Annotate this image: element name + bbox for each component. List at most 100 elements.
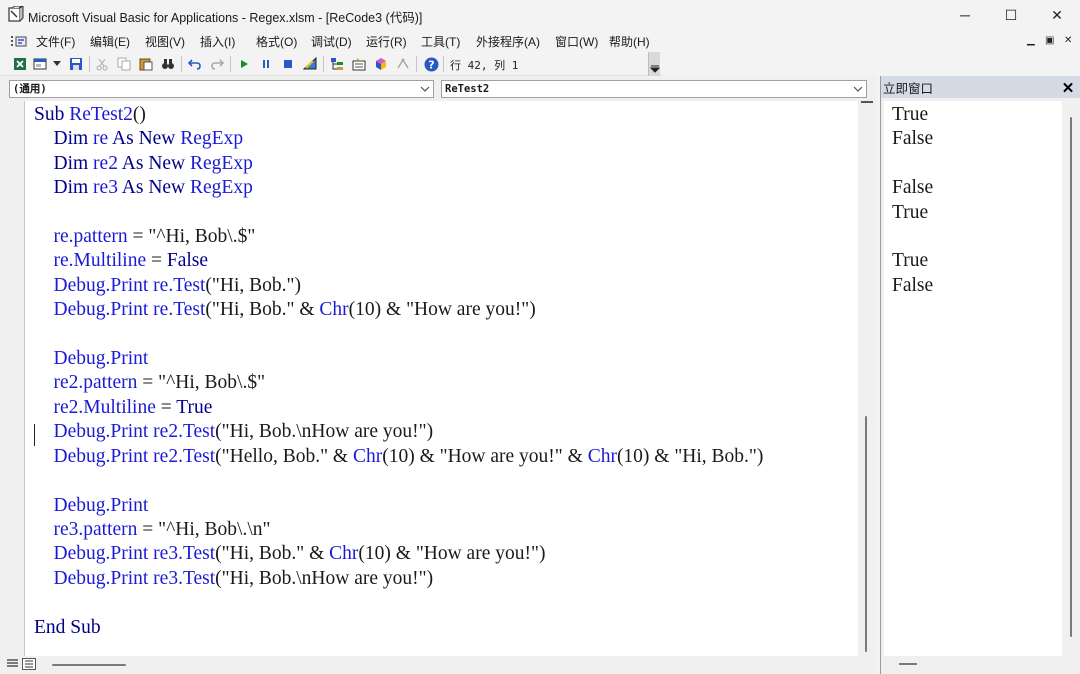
code-line: Debug.Print re2.Test("Hi, Bob.\nHow are … [34,420,763,444]
code-punctuation [34,568,54,589]
menu-insert[interactable]: 插入(I) [200,33,235,50]
help-button[interactable]: ? [422,55,440,73]
mdi-close-icon[interactable]: ✕ [1064,35,1072,46]
object-combo[interactable]: (通用) [9,80,434,98]
code-keyword: End [34,616,66,638]
code-punctuation [34,128,54,149]
maximize-button[interactable]: ☐ [988,0,1034,30]
margin-indicator-bar[interactable] [0,101,24,656]
insert-form-icon [33,58,47,70]
scroll-thumb[interactable] [1070,117,1072,637]
properties-button[interactable] [350,55,368,73]
code-punctuation [34,275,54,296]
menu-window[interactable]: 窗口(W) [555,33,598,50]
code-punctuation: & [562,445,588,467]
immediate-horizontal-scroll-thumb[interactable] [899,663,917,665]
code-line: Sub ReTest2() [34,103,763,127]
menu-run[interactable]: 运行(R) [366,33,407,50]
design-mode-button[interactable] [301,55,319,73]
run-button[interactable] [235,55,253,73]
code-punctuation: & [304,543,330,565]
code-line: End Sub [34,616,763,640]
code-editor[interactable]: Sub ReTest2() Dim re As New RegExp Dim r… [24,101,858,656]
copy-button[interactable] [115,55,133,73]
code-identifier: Debug.Print [53,274,149,296]
procedure-combo[interactable]: ReTest2 [441,80,867,98]
code-line: Dim re As New RegExp [34,127,763,151]
mdi-minimize-icon[interactable]: ▁ [1027,35,1035,46]
paste-button[interactable] [137,55,155,73]
code-string: "Hi, Bob." [674,445,757,467]
menu-bar: 文件(F) 编辑(E) 视图(V) 插入(I) 格式(O) 调试(D) 运行(R… [0,30,1080,52]
mdi-restore-icon[interactable]: ▣ [1045,35,1054,46]
save-icon [70,58,82,70]
code-string: "Hi, Bob.\nHow are you!" [221,421,427,443]
menu-view[interactable]: 视图(V) [145,33,185,50]
menu-format[interactable]: 格式(O) [256,33,297,50]
toolbox-button[interactable] [394,55,412,73]
code-keyword: Dim [53,177,89,199]
code-horizontal-scrollbar[interactable] [40,656,858,674]
code-keyword: True [176,396,213,418]
menu-edit[interactable]: 编辑(E) [90,33,130,50]
design-mode-icon [303,57,317,70]
menu-addins[interactable]: 外接程序(A) [476,33,540,50]
insert-userform-button[interactable] [31,55,49,73]
view-excel-button[interactable] [11,55,29,73]
find-button[interactable] [159,55,177,73]
menu-file[interactable]: 文件(F) [36,33,75,50]
close-window-button[interactable]: ✕ [1034,0,1080,30]
code-punctuation: = [137,518,159,540]
code-punctuation [34,250,54,271]
code-identifier: Chr [319,299,349,321]
immediate-window-header[interactable]: 立即窗口 ✕ [881,76,1080,98]
chevron-down-icon [852,81,864,97]
code-vertical-scrollbar[interactable] [858,101,876,656]
menu-debug[interactable]: 调试(D) [311,33,352,50]
break-button[interactable] [257,55,275,73]
scroll-thumb[interactable] [865,416,867,652]
code-line: Debug.Print [34,494,763,518]
procedure-view-icon[interactable] [6,658,20,670]
reset-button[interactable] [279,55,297,73]
code-string: "Hi, Bob.\nHow are you!" [221,567,427,589]
full-module-view-icon[interactable] [22,658,36,670]
split-bar[interactable] [861,101,873,105]
svg-text:?: ? [428,58,434,71]
cut-button[interactable] [93,55,111,73]
code-punctuation: ) [426,421,434,443]
redo-button[interactable] [208,55,226,73]
chevron-down-icon [419,81,431,97]
code-punctuation [34,495,54,516]
immediate-vertical-scrollbar[interactable] [1062,101,1080,656]
immediate-close-button[interactable]: ✕ [1059,79,1077,97]
code-string: "^Hi, Bob\.$" [158,372,266,394]
code-keyword: Sub [70,616,101,638]
menu-tools[interactable]: 工具(T) [421,33,460,50]
undo-button[interactable] [186,55,204,73]
code-identifier: Debug.Print [53,445,149,467]
project-explorer-button[interactable] [328,55,346,73]
code-punctuation [34,153,54,174]
code-punctuation: & [328,445,353,467]
code-keyword: False [166,250,209,272]
object-browser-button[interactable] [372,55,390,73]
save-button[interactable] [67,55,85,73]
toolbar-options-button[interactable] [648,52,660,76]
code-punctuation [34,177,54,198]
code-keyword: Dim [53,152,89,174]
menu-help[interactable]: 帮助(H) [609,33,650,50]
code-identifier: Debug.Print [53,299,149,321]
code-string: "How are you!" [415,543,539,565]
run-icon [241,60,248,68]
maximize-icon: ☐ [1004,6,1018,23]
code-punctuation [34,226,54,247]
code-identifier: re2 [93,152,118,174]
minimize-button[interactable]: ─ [942,0,988,30]
insert-dropdown-button[interactable] [51,55,63,73]
code-keyword: Sub [34,104,65,125]
scroll-thumb[interactable] [52,664,126,666]
immediate-output[interactable]: True False False True True False [884,101,1062,656]
view-toggle-buttons[interactable] [4,656,38,670]
